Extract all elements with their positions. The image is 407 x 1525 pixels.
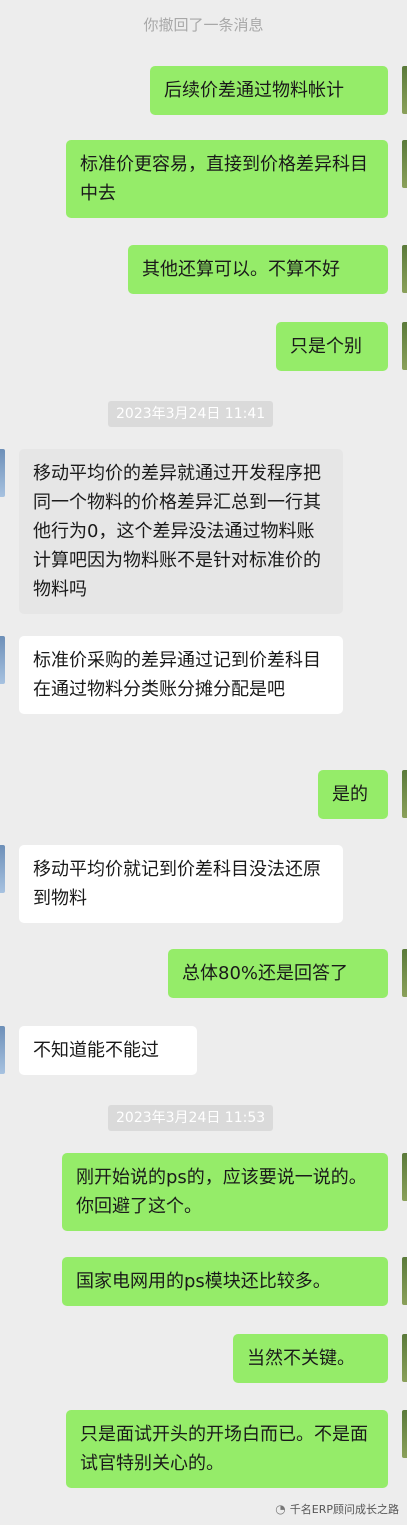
avatar[interactable]	[0, 636, 5, 684]
chat-bubble-incoming[interactable]: 标准价采购的差异通过记到价差科目在通过物料分类账分摊分配是吧	[19, 636, 343, 714]
chat-bubble-outgoing[interactable]: 后续价差通过物料帐计	[150, 66, 388, 115]
avatar[interactable]	[402, 949, 407, 997]
watermark: ◔ 千名ERP顾问成长之路	[275, 1501, 399, 1517]
avatar[interactable]	[402, 1334, 407, 1382]
wechat-icon: ◔	[275, 1502, 286, 1516]
avatar[interactable]	[402, 1410, 407, 1458]
system-notice: 你撤回了一条消息	[143, 16, 264, 34]
timestamp: 2023年3月24日 11:41	[108, 401, 274, 427]
chat-bubble-incoming[interactable]: 不知道能不能过	[19, 1026, 197, 1075]
chat-bubble-incoming[interactable]: 移动平均价就记到价差科目没法还原到物料	[19, 845, 343, 923]
avatar[interactable]	[0, 845, 5, 893]
chat-bubble-outgoing[interactable]: 总体80%还是回答了	[168, 949, 388, 998]
chat-bubble-outgoing[interactable]: 其他还算可以。不算不好	[128, 245, 388, 294]
avatar[interactable]	[0, 1026, 5, 1074]
watermark-text: 千名ERP顾问成长之路	[289, 1503, 399, 1516]
avatar[interactable]	[402, 140, 407, 188]
chat-bubble-outgoing[interactable]: 是的	[318, 770, 388, 819]
avatar[interactable]	[402, 322, 407, 370]
avatar[interactable]	[402, 770, 407, 818]
avatar[interactable]	[402, 245, 407, 293]
chat-bubble-outgoing[interactable]: 标准价更容易，直接到价格差异科目中去	[66, 140, 388, 218]
chat-bubble-outgoing[interactable]: 只是面试开头的开场白而已。不是面试官特别关心的。	[66, 1410, 388, 1488]
avatar[interactable]	[402, 1257, 407, 1305]
avatar[interactable]	[402, 66, 407, 114]
chat-bubble-outgoing[interactable]: 当然不关键。	[233, 1334, 388, 1383]
avatar[interactable]	[402, 1153, 407, 1201]
chat-bubble-outgoing[interactable]: 刚开始说的ps的，应该要说一说的。你回避了这个。	[62, 1153, 388, 1231]
chat-bubble-incoming[interactable]: 移动平均价的差异就通过开发程序把同一个物料的价格差异汇总到一行其他行为0，这个差…	[19, 449, 343, 614]
chat-bubble-outgoing[interactable]: 只是个别	[276, 322, 388, 371]
avatar[interactable]	[0, 449, 5, 497]
chat-bubble-outgoing[interactable]: 国家电网用的ps模块还比较多。	[62, 1257, 388, 1306]
timestamp: 2023年3月24日 11:53	[108, 1105, 274, 1131]
